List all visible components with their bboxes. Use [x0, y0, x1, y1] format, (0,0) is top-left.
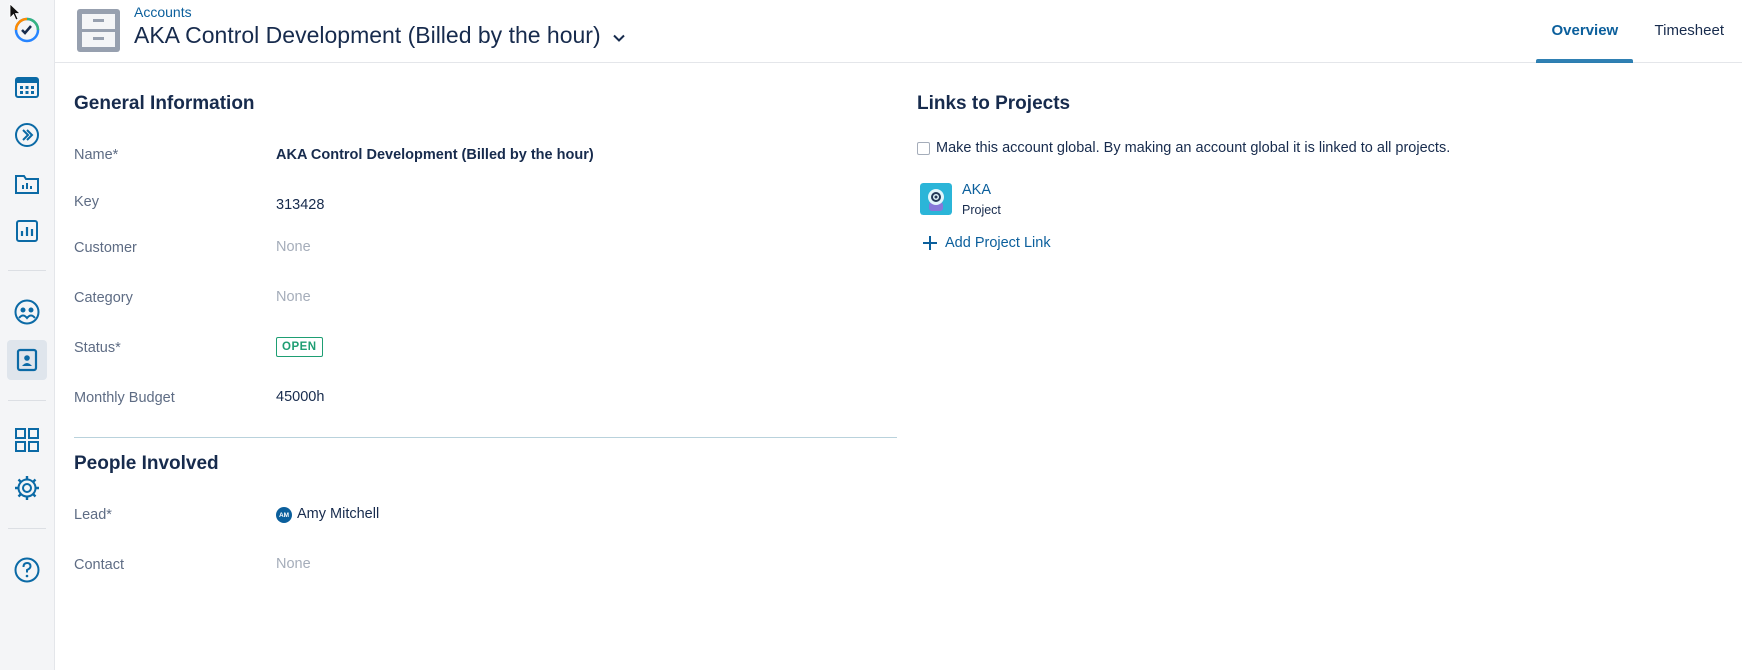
- key-value: 313428: [276, 197, 325, 213]
- project-link-aka[interactable]: AKA: [962, 182, 991, 198]
- settings-gear-icon[interactable]: [7, 468, 47, 508]
- global-account-label[interactable]: Make this account global. By making an a…: [936, 140, 1450, 156]
- name-value[interactable]: AKA Control Development (Billed by the h…: [276, 147, 594, 163]
- customer-value[interactable]: None: [276, 239, 311, 255]
- breadcrumb-accounts[interactable]: Accounts: [134, 4, 192, 20]
- accounts-icon[interactable]: [7, 340, 47, 380]
- tab-bar: Overview Timesheet: [1535, 0, 1742, 63]
- global-account-checkbox[interactable]: [917, 142, 930, 155]
- page-title-text: AKA Control Development (Billed by the h…: [134, 22, 601, 48]
- apps-grid-icon[interactable]: [7, 420, 47, 460]
- mouse-cursor-icon: [9, 3, 21, 21]
- chevron-down-icon[interactable]: [611, 30, 627, 46]
- folder-chart-icon[interactable]: [7, 163, 47, 203]
- tab-overview[interactable]: Overview: [1535, 0, 1633, 63]
- avatar: AM: [276, 507, 292, 523]
- add-project-link-label: Add Project Link: [945, 235, 1051, 251]
- project-type-label: Project: [962, 203, 1001, 217]
- name-label: Name*: [74, 147, 119, 163]
- monthly-budget-label: Monthly Budget: [74, 390, 175, 406]
- lead-name[interactable]: Amy Mitchell: [297, 506, 379, 522]
- general-information-title: General Information: [74, 93, 255, 114]
- contact-value[interactable]: None: [276, 556, 311, 572]
- category-label: Category: [74, 290, 133, 306]
- account-cabinet-icon: [77, 9, 120, 52]
- sidebar: [0, 0, 55, 670]
- customer-label: Customer: [74, 240, 137, 256]
- calendar-icon[interactable]: [7, 67, 47, 107]
- people-involved-title: People Involved: [74, 453, 219, 474]
- page-header: Accounts AKA Control Development (Billed…: [55, 0, 1742, 63]
- status-label: Status*: [74, 340, 121, 356]
- key-label: Key: [74, 194, 99, 210]
- forward-icon[interactable]: [7, 115, 47, 155]
- category-value[interactable]: None: [276, 289, 311, 305]
- sidebar-divider: [8, 528, 46, 529]
- plus-icon: [923, 236, 937, 250]
- help-icon[interactable]: [7, 550, 47, 590]
- reports-icon[interactable]: [7, 211, 47, 251]
- add-project-link-button[interactable]: Add Project Link: [921, 234, 1051, 252]
- monthly-budget-value[interactable]: 45000h: [276, 389, 324, 405]
- page-title[interactable]: AKA Control Development (Billed by the h…: [134, 22, 627, 49]
- project-avatar-icon: [920, 183, 952, 215]
- links-to-projects-title: Links to Projects: [917, 93, 1071, 114]
- contact-label: Contact: [74, 557, 124, 573]
- section-divider: [74, 437, 897, 438]
- tab-timesheet[interactable]: Timesheet: [1639, 0, 1742, 63]
- sidebar-divider: [8, 270, 46, 271]
- teams-icon[interactable]: [7, 292, 47, 332]
- sidebar-divider: [8, 400, 46, 401]
- lead-label: Lead*: [74, 507, 112, 523]
- status-badge[interactable]: OPEN: [276, 337, 323, 357]
